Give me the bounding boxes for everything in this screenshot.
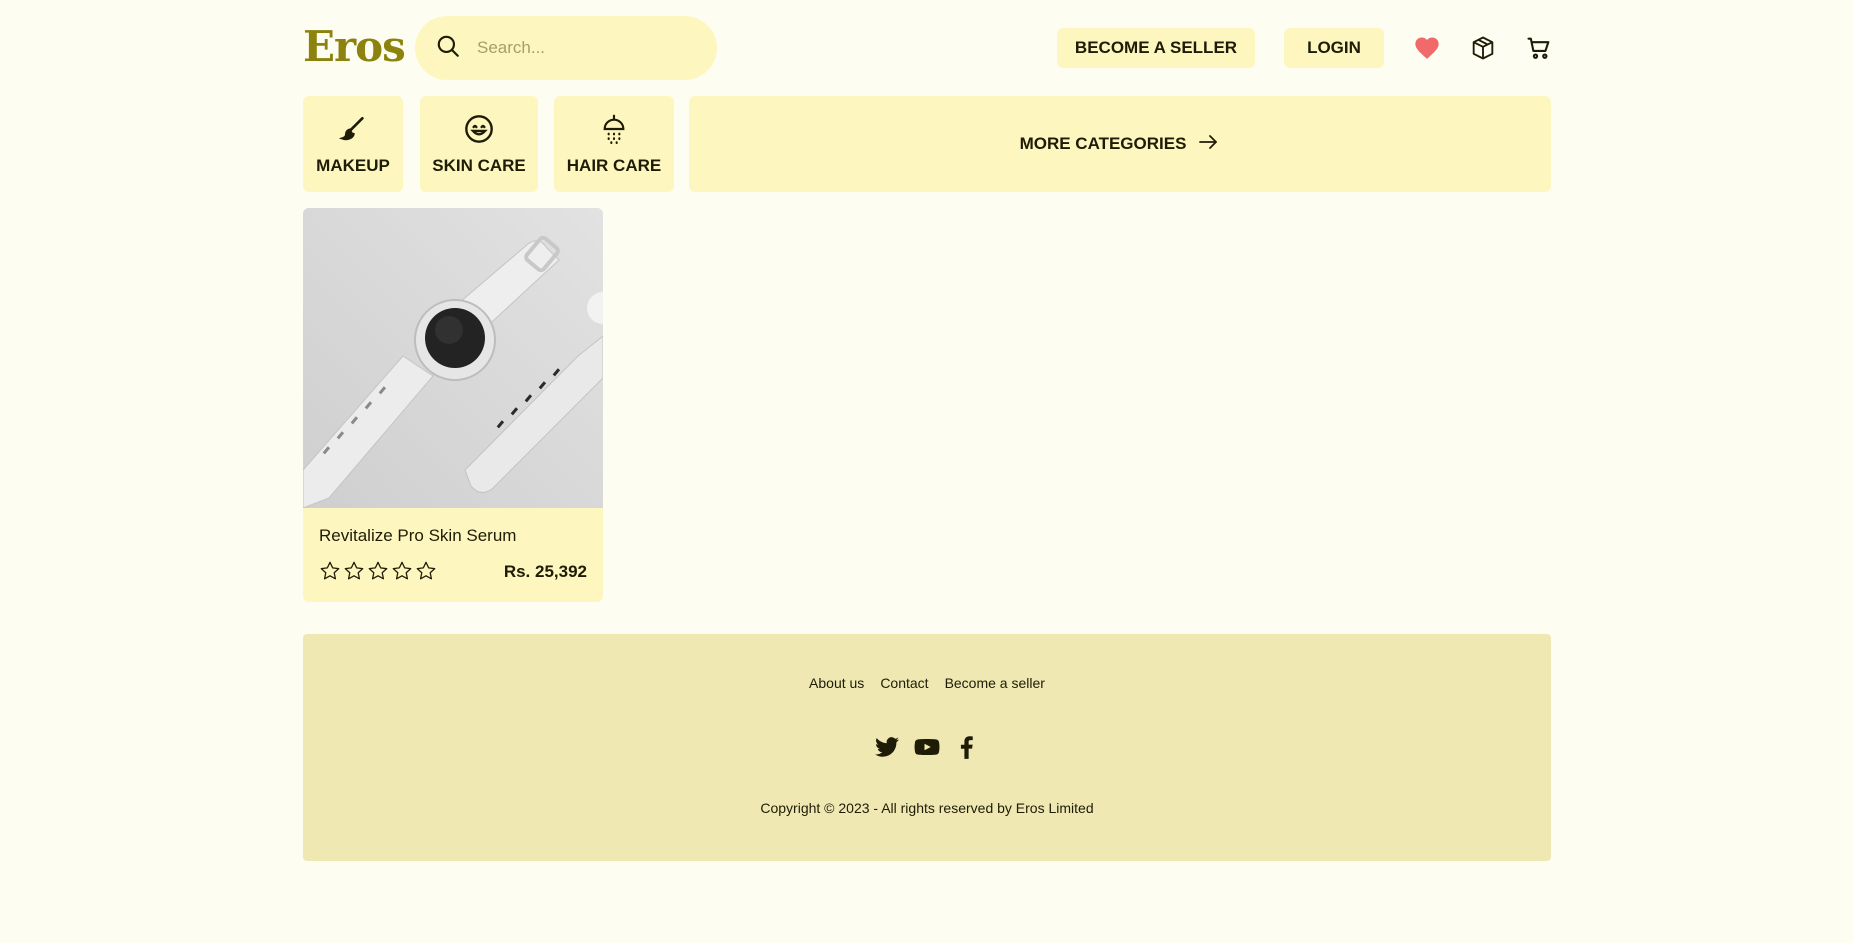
- category-label: SKIN CARE: [432, 155, 526, 175]
- arrow-right-icon: [1196, 130, 1220, 159]
- search-icon: [435, 33, 461, 64]
- cart-icon[interactable]: [1525, 34, 1553, 62]
- star-icon[interactable]: [415, 560, 437, 587]
- youtube-icon[interactable]: [914, 734, 940, 765]
- footer-link-about[interactable]: About us: [809, 675, 864, 691]
- social-links: [303, 734, 1551, 765]
- page: Eros BECOME A SELLER LOGIN: [303, 0, 1551, 861]
- shower-icon: [598, 113, 630, 156]
- categories-bar: MAKEUP SKIN CARE HAIR CARE MORE CATEGORI…: [303, 96, 1551, 192]
- product-image: [303, 208, 603, 508]
- product-price: Rs. 25,392: [503, 562, 587, 581]
- footer-link-contact[interactable]: Contact: [880, 675, 928, 691]
- search-input[interactable]: [475, 37, 699, 59]
- become-seller-button[interactable]: BECOME A SELLER: [1057, 28, 1255, 68]
- more-categories-label: MORE CATEGORIES: [1019, 134, 1187, 153]
- footer: About us Contact Become a seller Copyrig…: [303, 634, 1551, 861]
- category-hair-care[interactable]: HAIR CARE: [554, 96, 674, 192]
- product-name: Revitalize Pro Skin Serum: [319, 526, 517, 545]
- rating-stars[interactable]: [319, 560, 437, 587]
- twitter-icon[interactable]: [874, 734, 900, 765]
- logo[interactable]: Eros: [303, 22, 406, 71]
- category-makeup[interactable]: MAKEUP: [303, 96, 403, 192]
- star-icon[interactable]: [343, 560, 365, 587]
- search-bar[interactable]: [415, 16, 717, 80]
- category-label: MAKEUP: [316, 155, 390, 175]
- login-button[interactable]: LOGIN: [1284, 28, 1384, 68]
- facebook-icon[interactable]: [954, 734, 980, 765]
- star-icon[interactable]: [391, 560, 413, 587]
- smile-icon: [463, 113, 495, 156]
- copyright-text: Copyright © 2023 - All rights reserved b…: [760, 800, 1094, 816]
- brush-icon: [337, 113, 369, 156]
- star-icon[interactable]: [367, 560, 389, 587]
- header: Eros BECOME A SELLER LOGIN: [303, 0, 1551, 96]
- box-icon[interactable]: [1469, 34, 1497, 62]
- product-card[interactable]: Revitalize Pro Skin Serum Rs. 25,392: [303, 208, 603, 602]
- heart-icon[interactable]: [1413, 34, 1441, 62]
- footer-links: About us Contact Become a seller: [303, 675, 1551, 691]
- category-skin-care[interactable]: SKIN CARE: [420, 96, 538, 192]
- category-label: HAIR CARE: [566, 155, 662, 175]
- star-icon[interactable]: [319, 560, 341, 587]
- more-categories-button[interactable]: MORE CATEGORIES: [689, 96, 1551, 192]
- footer-link-become-seller[interactable]: Become a seller: [945, 675, 1045, 691]
